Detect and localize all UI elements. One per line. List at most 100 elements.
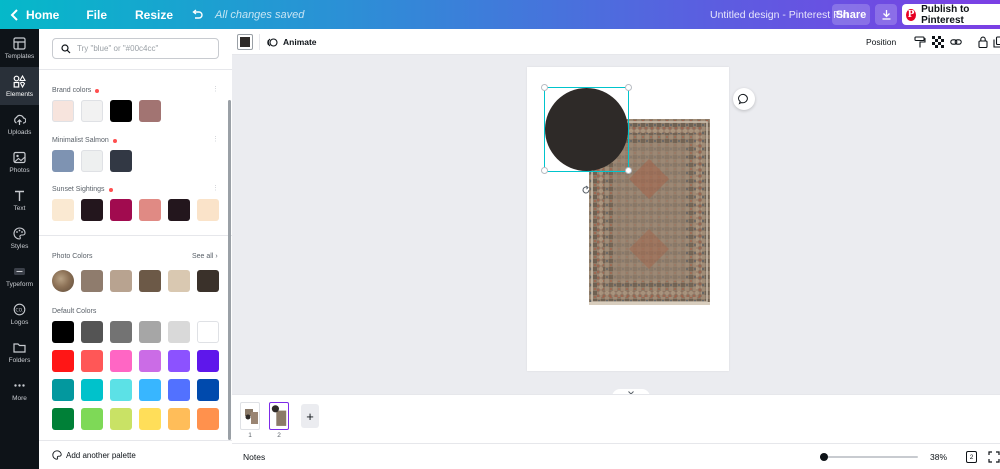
default-color-swatch[interactable] [81, 321, 103, 343]
palette-swatch[interactable] [168, 199, 190, 221]
palette-more-icon[interactable]: ⋮ [212, 135, 219, 143]
add-comment-button[interactable] [733, 88, 755, 110]
design-page[interactable] [527, 67, 729, 371]
default-color-swatch[interactable] [197, 321, 219, 343]
default-color-swatch[interactable] [52, 408, 74, 430]
photo-swatch[interactable] [81, 270, 103, 292]
file-menu-button[interactable]: File [86, 0, 107, 29]
fill-color-chip [240, 37, 250, 47]
page-number: 2 [277, 432, 281, 439]
nav-photos[interactable]: Photos [0, 143, 39, 181]
nav-uploads[interactable]: Uploads [0, 105, 39, 143]
search-icon [61, 43, 71, 53]
palette-swatch[interactable] [52, 199, 74, 221]
rotate-handle-icon[interactable] [580, 184, 592, 196]
nav-more[interactable]: More [0, 371, 39, 409]
palette-swatch[interactable] [81, 199, 103, 221]
animate-button[interactable]: Animate [267, 29, 317, 55]
search-box[interactable] [52, 38, 219, 59]
brand-swatch[interactable] [81, 100, 103, 122]
zoom-slider[interactable] [820, 453, 918, 461]
default-color-swatch[interactable] [110, 321, 132, 343]
default-color-swatch[interactable] [81, 379, 103, 401]
default-color-swatch[interactable] [168, 350, 190, 372]
undo-icon[interactable] [191, 0, 203, 29]
brand-swatch[interactable] [110, 100, 132, 122]
default-color-swatch[interactable] [197, 408, 219, 430]
resize-handle[interactable] [625, 84, 632, 91]
back-chevron-icon[interactable] [10, 0, 20, 29]
nav-typeform[interactable]: Typeform [0, 257, 39, 295]
notes-button[interactable]: Notes [243, 444, 265, 469]
resize-handle[interactable] [541, 167, 548, 174]
color-search-input[interactable] [77, 44, 217, 53]
panel-scrollbar[interactable] [228, 100, 231, 440]
default-color-swatch[interactable] [139, 350, 161, 372]
fill-color-button[interactable] [237, 34, 253, 50]
lock-icon[interactable] [976, 35, 990, 49]
default-color-swatch[interactable] [110, 350, 132, 372]
palette-swatch[interactable] [110, 199, 132, 221]
page-count-button[interactable]: 2 [966, 451, 977, 463]
default-color-swatch[interactable] [139, 408, 161, 430]
add-page-button[interactable]: + [301, 404, 319, 428]
photo-swatch[interactable] [168, 270, 190, 292]
page-thumbnail-active[interactable] [269, 402, 289, 430]
default-color-swatch[interactable] [139, 321, 161, 343]
document-title[interactable]: Untitled design - Pinterest Pin [710, 0, 848, 29]
palette-icon [52, 450, 62, 460]
default-color-swatch[interactable] [52, 350, 74, 372]
zoom-slider-knob[interactable] [820, 453, 828, 461]
default-color-swatch[interactable] [168, 321, 190, 343]
download-button[interactable] [875, 4, 897, 25]
page-thumbnail-preview [245, 409, 258, 424]
nav-elements[interactable]: Elements [0, 67, 39, 105]
duplicate-icon[interactable] [992, 35, 1000, 49]
home-button[interactable]: Home [26, 0, 59, 29]
default-color-swatch[interactable] [52, 321, 74, 343]
photo-thumbnail[interactable] [52, 270, 74, 292]
default-color-swatch[interactable] [168, 408, 190, 430]
palette-swatch[interactable] [197, 199, 219, 221]
palette-more-icon[interactable]: ⋮ [212, 184, 219, 192]
default-color-swatch[interactable] [197, 350, 219, 372]
default-color-swatch[interactable] [81, 350, 103, 372]
default-color-swatch[interactable] [168, 379, 190, 401]
brand-swatch[interactable] [139, 100, 161, 122]
photo-swatch[interactable] [197, 270, 219, 292]
nav-text[interactable]: Text [0, 181, 39, 219]
nav-styles[interactable]: Styles [0, 219, 39, 257]
default-color-swatch[interactable] [110, 408, 132, 430]
brand-swatch[interactable] [52, 100, 74, 122]
default-color-swatch[interactable] [110, 379, 132, 401]
share-button[interactable]: Share [832, 4, 870, 25]
resize-handle[interactable] [625, 167, 632, 174]
paint-roller-icon[interactable] [913, 35, 927, 49]
photo-swatch[interactable] [110, 270, 132, 292]
zoom-level[interactable]: 38% [930, 444, 947, 469]
default-color-swatch[interactable] [139, 379, 161, 401]
default-color-swatch[interactable] [52, 379, 74, 401]
fullscreen-icon[interactable] [988, 451, 1000, 463]
palette-swatch[interactable] [52, 150, 74, 172]
default-color-swatch[interactable] [197, 379, 219, 401]
publish-to-pinterest-button[interactable]: P Publish to Pinterest [902, 4, 1000, 26]
default-color-swatch[interactable] [81, 408, 103, 430]
palette-swatch[interactable] [110, 150, 132, 172]
photo-swatch[interactable] [139, 270, 161, 292]
nav-logos[interactable]: CO. Logos [0, 295, 39, 333]
palette-more-icon[interactable]: ⋮ [212, 85, 219, 93]
palette-swatch[interactable] [139, 199, 161, 221]
templates-icon [13, 36, 27, 50]
nav-templates[interactable]: Templates [0, 29, 39, 67]
see-all-link[interactable]: See all › [192, 253, 218, 260]
link-icon[interactable] [949, 35, 963, 49]
nav-folders[interactable]: Folders [0, 333, 39, 371]
position-button[interactable]: Position [866, 29, 896, 55]
resize-handle[interactable] [541, 84, 548, 91]
add-another-palette-button[interactable]: Add another palette [39, 440, 232, 469]
resize-button[interactable]: Resize [135, 0, 173, 29]
transparency-icon[interactable] [931, 35, 945, 49]
palette-swatch[interactable] [81, 150, 103, 172]
page-thumbnail[interactable] [240, 402, 260, 430]
